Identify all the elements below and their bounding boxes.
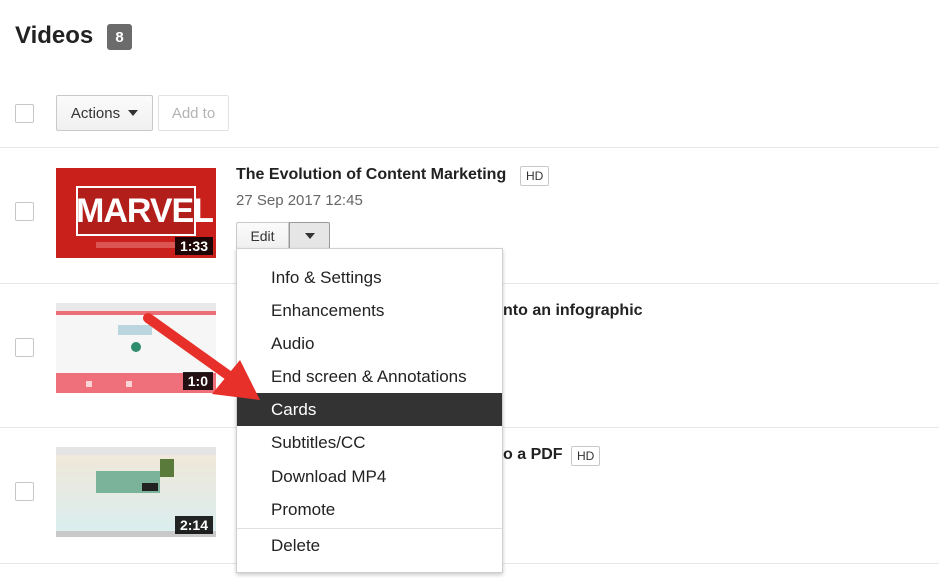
video-checkbox[interactable]	[15, 338, 34, 357]
edit-dropdown-menu: Info & Settings Enhancements Audio End s…	[236, 248, 503, 573]
edit-button[interactable]: Edit	[236, 222, 289, 249]
menu-item-enhancements[interactable]: Enhancements	[237, 294, 502, 327]
annotation-arrow-icon	[143, 313, 260, 400]
video-date: 27 Sep 2017 12:45	[236, 192, 363, 209]
video-title[interactable]: nto an infographic	[503, 302, 643, 320]
video-checkbox[interactable]	[15, 202, 34, 221]
video-manager-page: Videos 8 Actions Add to MARVEL 1:33 The …	[0, 0, 939, 579]
page-title: Videos	[15, 22, 94, 49]
add-to-button[interactable]: Add to	[158, 95, 229, 131]
video-thumbnail[interactable]: 2:14	[56, 447, 216, 537]
select-all-checkbox[interactable]	[15, 104, 34, 123]
video-title[interactable]: o a PDF	[503, 446, 563, 464]
thumbnail-caption-bar	[96, 242, 176, 248]
menu-item-info-settings[interactable]: Info & Settings	[237, 261, 502, 294]
chevron-down-icon	[128, 110, 139, 116]
edit-dropdown-button[interactable]	[289, 222, 330, 249]
chevron-down-icon	[304, 232, 315, 239]
menu-item-cards[interactable]: Cards	[237, 393, 502, 426]
menu-item-end-screen-annotations[interactable]: End screen & Annotations	[237, 360, 502, 393]
video-title[interactable]: The Evolution of Content Marketing	[236, 166, 506, 184]
video-thumbnail[interactable]: MARVEL 1:33	[56, 168, 216, 258]
menu-item-delete[interactable]: Delete	[237, 529, 502, 562]
video-checkbox[interactable]	[15, 482, 34, 501]
marvel-logo-text: MARVEL	[76, 192, 214, 230]
menu-item-download-mp4[interactable]: Download MP4	[237, 460, 502, 493]
menu-item-subtitles[interactable]: Subtitles/CC	[237, 426, 502, 459]
hd-badge: HD	[520, 166, 550, 186]
video-duration: 1:33	[174, 237, 213, 255]
actions-button[interactable]: Actions	[56, 95, 153, 131]
video-count-badge: 8	[107, 24, 132, 50]
menu-item-audio[interactable]: Audio	[237, 327, 502, 360]
menu-item-promote[interactable]: Promote	[237, 493, 502, 526]
divider	[0, 147, 939, 148]
video-duration: 2:14	[174, 516, 213, 534]
hd-badge: HD	[571, 446, 601, 466]
actions-button-label: Actions	[70, 104, 121, 122]
